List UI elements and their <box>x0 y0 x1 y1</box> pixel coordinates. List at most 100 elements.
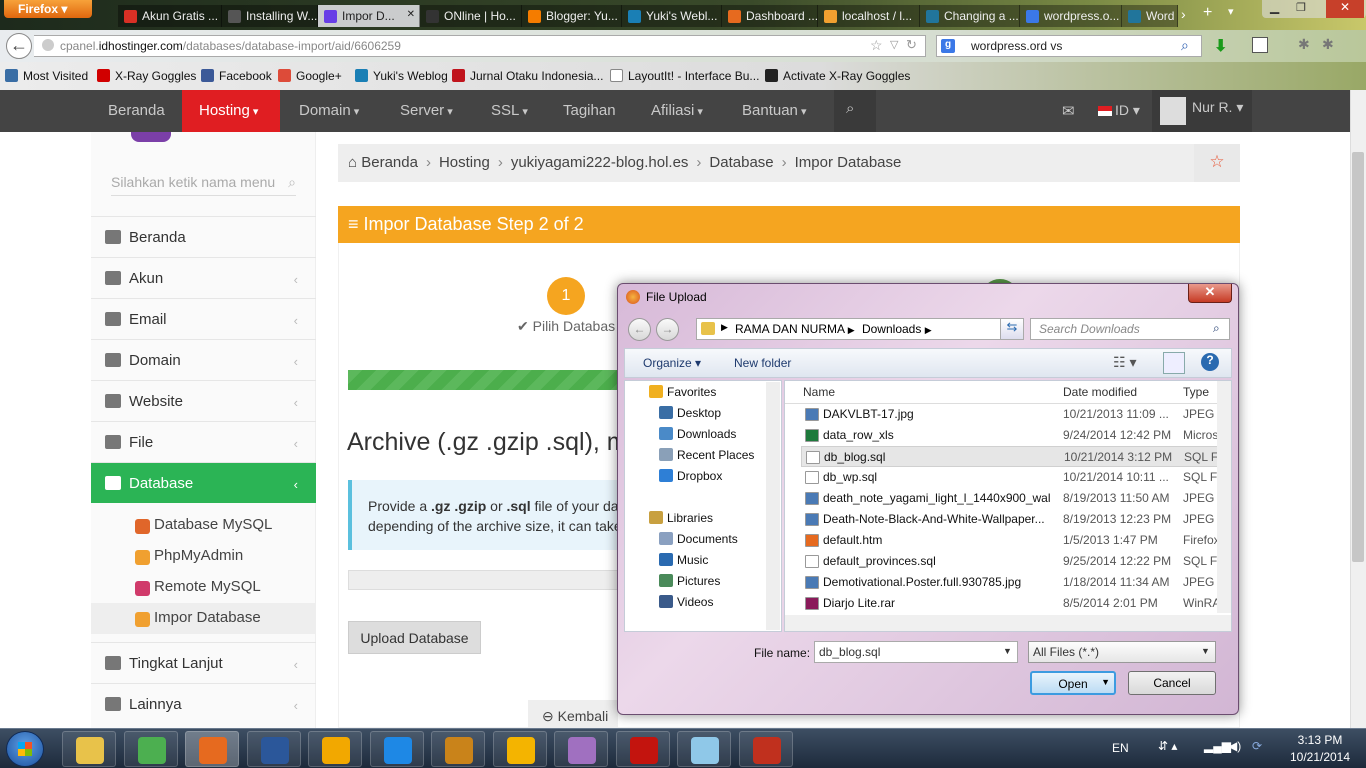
nav-pane-scrollbar[interactable] <box>766 382 780 630</box>
taskbar-app-notepad[interactable] <box>677 731 731 767</box>
file-list-vertical-scrollbar[interactable] <box>1217 381 1231 613</box>
tab-list-icon[interactable]: ▾ <box>1228 5 1234 18</box>
nav-recent-places[interactable]: Recent Places <box>659 448 754 462</box>
new-tab-button[interactable]: + <box>1203 4 1212 22</box>
firefox-menu-button[interactable]: Firefox ▾ <box>4 0 92 18</box>
browser-tab[interactable]: Blogger: Yu... <box>522 5 622 27</box>
nav-item-hosting[interactable]: Hosting ▾ <box>182 90 280 132</box>
taskbar-app-lync[interactable] <box>369 731 424 767</box>
dialog-address-bar[interactable]: ▶ RAMA DAN NURMA ▶ Downloads ▶ ▼ <box>696 318 1018 340</box>
file-input-bar[interactable] <box>348 570 628 590</box>
help-icon[interactable]: ? <box>1201 353 1219 371</box>
submenu-item[interactable]: Impor Database <box>91 603 316 634</box>
browser-tab[interactable]: localhost / l... <box>818 5 920 27</box>
nav-favorites[interactable]: Favorites <box>649 385 716 399</box>
file-list-horizontal-scrollbar[interactable] <box>785 615 1231 631</box>
sidebar-item-beranda[interactable]: Beranda <box>91 216 316 257</box>
nav-libraries[interactable]: Libraries <box>649 511 713 525</box>
search-icon[interactable]: ⌕ <box>834 90 876 132</box>
download-arrow-icon[interactable]: ⬇ <box>1214 36 1227 56</box>
nav-item-beranda[interactable]: Beranda <box>108 90 165 132</box>
taskbar-app-winamp[interactable] <box>492 731 547 767</box>
submenu-item[interactable]: PhpMyAdmin <box>91 541 316 572</box>
input-language[interactable]: EN <box>1112 741 1129 755</box>
view-options-icon[interactable]: ☷ ▾ <box>1113 354 1136 371</box>
file-name-input[interactable]: db_blog.sql ▼ <box>814 641 1018 663</box>
breadcrumb-item[interactable]: Beranda <box>361 154 418 171</box>
volume-icon[interactable]: ◀) <box>1228 739 1241 753</box>
taskbar-app-word[interactable] <box>246 731 301 767</box>
maximize-icon[interactable]: ❐ <box>1296 1 1306 14</box>
taskbar-app-app[interactable] <box>554 731 608 767</box>
search-bar[interactable]: g wordpress.ord vs ⌕ <box>936 35 1202 57</box>
chevron-down-icon[interactable]: ▼ <box>1003 646 1012 656</box>
sidebar-item-email[interactable]: Email ‹ <box>91 298 316 339</box>
bookmark-item[interactable]: Activate X-Ray Goggles <box>765 69 910 83</box>
file-row[interactable]: death_note_yagami_light_l_1440x900_wal..… <box>801 488 1219 509</box>
browser-tab[interactable]: Installing W... <box>222 5 318 27</box>
browser-tab[interactable]: wordpress.o... <box>1020 5 1122 27</box>
file-type-select[interactable]: All Files (*.*) ▼ <box>1028 641 1216 663</box>
taskbar-app-sublime[interactable] <box>431 731 485 767</box>
browser-tab[interactable]: Changing a ... <box>920 5 1020 27</box>
history-dropdown-icon[interactable]: ▽ <box>890 38 898 51</box>
file-row[interactable]: data_row_xls 9/24/2014 12:42 PM Micros <box>801 425 1219 446</box>
language-selector[interactable]: ID ▾ <box>1098 90 1140 132</box>
tray-icons[interactable]: ⇵ ▴ <box>1158 739 1177 753</box>
user-menu[interactable]: Nur R. ▾ <box>1152 90 1252 132</box>
sync-icon[interactable]: ⟳ <box>1252 739 1262 753</box>
bookmarks-menu-icon[interactable] <box>1252 37 1268 53</box>
tab-scroll-right-icon[interactable]: › <box>1181 6 1186 22</box>
file-row[interactable]: Diarjo Lite.rar 8/5/2014 2:01 PM WinRA <box>801 593 1219 614</box>
file-row[interactable]: DAKVLBT-17.jpg 10/21/2013 11:09 ... JPEG i… <box>801 404 1219 425</box>
mail-icon[interactable]: ✉ <box>1062 90 1075 132</box>
open-button[interactable]: Open ▼ <box>1030 671 1116 695</box>
nav-dropbox[interactable]: Dropbox <box>659 469 722 483</box>
page-scrollbar-thumb[interactable] <box>1352 152 1364 562</box>
browser-tab[interactable]: Yuki's Webl... <box>622 5 722 27</box>
nav-item-afiliasi[interactable]: Afiliasi ▾ <box>651 90 703 132</box>
clock-date[interactable]: 10/21/2014 <box>1284 750 1356 764</box>
nav-videos[interactable]: Videos <box>659 595 713 609</box>
nav-item-tagihan[interactable]: Tagihan <box>563 90 616 132</box>
submenu-item[interactable]: Remote MySQL <box>91 572 316 603</box>
back-button[interactable]: ⊖ Kembali <box>528 700 618 728</box>
cancel-button[interactable]: Cancel <box>1128 671 1216 695</box>
dialog-back-button[interactable]: ← <box>628 318 651 341</box>
sidebar-item-website[interactable]: Website ‹ <box>91 380 316 421</box>
file-row[interactable]: Death-Note-Black-And-White-Wallpaper... 8… <box>801 509 1219 530</box>
bookmark-item[interactable]: LayoutIt! - Interface Bu... <box>610 69 759 83</box>
refresh-icon[interactable]: ⇆ <box>1000 318 1024 340</box>
column-header-date[interactable]: Date modified <box>1063 385 1137 399</box>
column-header-type[interactable]: Type <box>1183 385 1209 399</box>
nav-item-domain[interactable]: Domain ▾ <box>299 90 359 132</box>
url-bar[interactable]: cpanel.idhostinger.com/databases/databas… <box>34 35 926 57</box>
window-close-icon[interactable]: ✕ <box>1326 0 1364 18</box>
file-row[interactable]: db_wp.sql 10/21/2014 10:11 ... SQL Fi <box>801 467 1219 488</box>
start-button[interactable] <box>6 731 44 767</box>
file-row[interactable]: db_blog.sql 10/21/2014 3:12 PM SQL Fi <box>801 446 1219 467</box>
taskbar-app-book[interactable] <box>738 731 793 767</box>
bookmark-item[interactable]: X-Ray Goggles <box>97 69 196 83</box>
taskbar-app-firefox[interactable] <box>185 731 239 767</box>
new-folder-button[interactable]: New folder <box>734 356 791 370</box>
breadcrumb-item[interactable]: yukiyagami222-blog.hol.es <box>511 154 689 171</box>
nav-desktop[interactable]: Desktop <box>659 406 721 420</box>
nav-pictures[interactable]: Pictures <box>659 574 720 588</box>
reload-icon[interactable]: ↻ <box>906 37 917 53</box>
bookmark-item[interactable]: Google+ <box>278 69 342 83</box>
dialog-forward-button[interactable]: → <box>656 318 679 341</box>
bookmark-item[interactable]: Yuki's Weblog <box>355 69 448 83</box>
search-icon[interactable]: ⌕ <box>1181 37 1189 54</box>
breadcrumb-item[interactable]: Database <box>709 154 773 171</box>
upload-database-button[interactable]: Upload Database <box>348 621 481 654</box>
nav-documents[interactable]: Documents <box>659 532 738 546</box>
column-header-name[interactable]: Name <box>803 385 835 399</box>
nav-downloads[interactable]: Downloads <box>659 427 736 441</box>
breadcrumb-item[interactable]: Hosting <box>439 154 490 171</box>
browser-tab[interactable]: Word <box>1122 5 1178 27</box>
file-row[interactable]: default.htm 1/5/2013 1:47 PM Firefox <box>801 530 1219 551</box>
bookmark-item[interactable]: Facebook <box>201 69 272 83</box>
favorite-star-button[interactable]: ☆ <box>1194 144 1240 182</box>
clock-time[interactable]: 3:13 PM <box>1290 733 1350 747</box>
